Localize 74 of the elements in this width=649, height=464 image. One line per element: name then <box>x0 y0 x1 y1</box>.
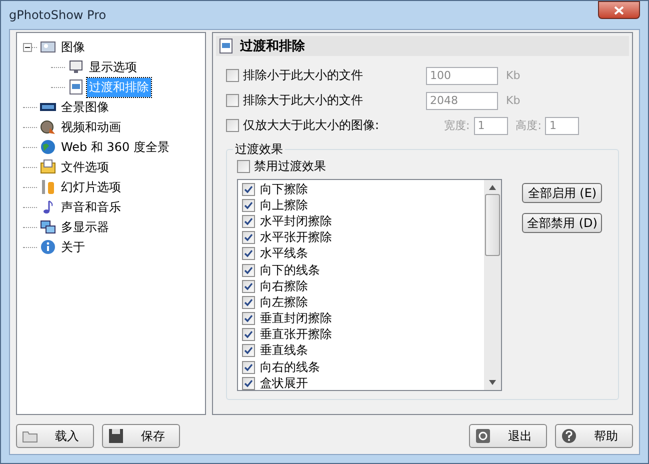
option-label: 禁用过渡效果 <box>254 158 326 175</box>
web-icon <box>40 139 56 155</box>
effect-label[interactable]: 水平封闭擦除 <box>260 212 332 230</box>
scroll-down-icon <box>489 380 496 385</box>
checkbox[interactable] <box>242 231 255 244</box>
save-button[interactable]: 保存 <box>102 424 180 448</box>
checkbox[interactable] <box>242 312 255 326</box>
tree-item[interactable]: 关于 <box>59 238 87 256</box>
group-title: 过渡效果 <box>234 141 284 158</box>
scroll-up-icon <box>489 185 496 190</box>
effect-label[interactable]: 盒状展开 <box>260 374 308 390</box>
tree-item[interactable]: 图像 <box>59 38 87 56</box>
list-action-button[interactable]: 全部启用 (E) <box>522 183 602 203</box>
option-label: 排除大于此大小的文件 <box>243 92 363 109</box>
height-label: 高度: <box>516 118 542 133</box>
checkbox[interactable] <box>242 376 255 390</box>
checkbox[interactable] <box>242 280 255 293</box>
checkbox[interactable] <box>242 296 255 309</box>
checkbox[interactable] <box>242 264 255 277</box>
transition-icon <box>218 38 234 54</box>
file-icon <box>40 159 56 175</box>
slideshow-icon <box>40 179 56 195</box>
tree-item[interactable]: Web 和 360 度全景 <box>59 138 172 156</box>
checkbox[interactable] <box>237 160 250 173</box>
effect-label[interactable]: 向上擦除 <box>260 196 308 214</box>
effect-label[interactable]: 向下的线条 <box>260 262 320 279</box>
checkbox[interactable] <box>242 328 255 342</box>
tree-item[interactable]: 幻灯片选项 <box>59 178 123 196</box>
effect-label[interactable]: 向右的线条 <box>260 358 320 376</box>
close-button[interactable] <box>598 1 640 19</box>
close-icon <box>614 6 624 14</box>
display-icon <box>68 59 84 75</box>
power-icon <box>475 428 491 444</box>
scrollbar[interactable] <box>484 180 501 390</box>
help-icon <box>561 428 577 444</box>
checkbox[interactable] <box>242 214 255 228</box>
checkbox[interactable] <box>242 344 255 358</box>
option-label: 仅放大大于此大小的图像: <box>243 117 380 134</box>
about-icon <box>40 239 56 255</box>
tree-item[interactable]: 文件选项 <box>59 158 111 176</box>
unit-label: Kb <box>506 69 520 82</box>
unit-label: Kb <box>506 94 520 107</box>
window-title: gPhotoShow Pro <box>9 8 106 22</box>
panel-title: 过渡和排除 <box>240 38 305 55</box>
tree-item[interactable]: 多显示器 <box>59 218 111 236</box>
video-icon <box>40 119 56 135</box>
effect-label[interactable]: 垂直封闭擦除 <box>260 310 332 328</box>
transition-icon <box>68 79 84 95</box>
checkbox[interactable] <box>242 247 255 260</box>
tree-item[interactable]: 显示选项 <box>87 58 139 76</box>
floppy-icon <box>108 428 124 444</box>
checkbox[interactable] <box>242 182 255 196</box>
monitor-icon <box>40 219 56 235</box>
help-button[interactable]: 帮助 <box>555 424 633 448</box>
list-action-button[interactable]: 全部禁用 (D) <box>522 213 602 233</box>
tree-item[interactable]: 声音和音乐 <box>59 198 123 216</box>
exit-button[interactable]: 退出 <box>469 424 547 448</box>
scroll-thumb[interactable] <box>485 194 500 256</box>
checkbox[interactable] <box>242 198 255 212</box>
effect-label[interactable]: 向右擦除 <box>260 278 308 295</box>
effect-label[interactable]: 向下擦除 <box>260 180 308 198</box>
effect-label[interactable]: 垂直张开擦除 <box>260 326 332 344</box>
collapse-icon[interactable] <box>23 42 37 52</box>
effect-label[interactable]: 水平张开擦除 <box>260 229 332 246</box>
checkbox[interactable] <box>242 360 255 374</box>
image-icon <box>40 39 56 55</box>
effect-label[interactable]: 垂直线条 <box>260 342 308 360</box>
option-label: 排除小于此大小的文件 <box>243 67 363 84</box>
tree-item[interactable]: 视频和动画 <box>59 118 123 136</box>
effect-label[interactable]: 向左擦除 <box>260 294 308 311</box>
load-button[interactable]: 载入 <box>16 424 94 448</box>
tree-item[interactable]: 全景图像 <box>59 98 111 116</box>
effect-label[interactable]: 水平线条 <box>260 245 308 262</box>
width-label: 宽度: <box>444 118 470 133</box>
